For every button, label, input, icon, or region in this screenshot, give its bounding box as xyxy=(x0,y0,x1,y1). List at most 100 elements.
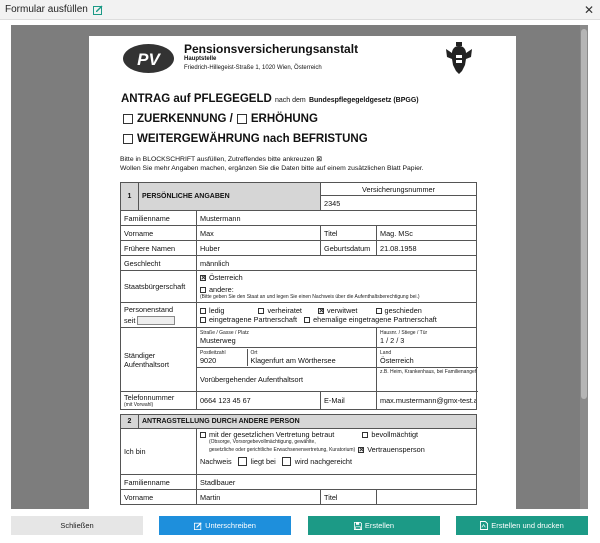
s2-titel-label: Titel xyxy=(320,489,378,505)
create-print-button[interactable]: Erstellen und drucken xyxy=(456,516,588,535)
vorname-field[interactable]: Max xyxy=(195,225,322,241)
form-title-law: Bundespflegegeldgesetz (BPGG) xyxy=(308,97,419,104)
ehemalige-checkbox[interactable] xyxy=(304,317,311,324)
telefon-label: Telefonnummer xyxy=(124,392,175,402)
instruction-line-1: Bitte in BLOCKSCHRIFT ausfüllen, Zutreff… xyxy=(120,156,322,163)
option-zuerkennung-line: ZUERKENNUNG / ERHÖHUNG xyxy=(123,113,318,125)
geburtsdatum-label: Geburtsdatum xyxy=(320,240,378,256)
telefon-field[interactable]: 0664 123 45 67 xyxy=(195,391,322,410)
familienname-field[interactable]: Mustermann xyxy=(195,210,478,226)
org-address: Friedrich-Hillegeist-Straße 1, 1020 Wien… xyxy=(184,65,322,71)
personenstand-label-cell: Personenstand seit xyxy=(120,302,197,328)
option-weitergewaehrung: WEITERGEWÄHRUNG nach BEFRISTUNG xyxy=(137,133,368,145)
ps-eingetragen: eingetragene Partnerschaft xyxy=(209,315,298,324)
nachweis-nachgereicht: wird nachgereicht xyxy=(294,457,352,466)
org-name: Pensionsversicherungsanstalt xyxy=(184,42,359,56)
section1-header-row: 1 PERSÖNLICHE ANGABEN Versicherungsnumme… xyxy=(120,182,478,211)
opt-vertretung: mit der gesetzlichen Vertretung betraut xyxy=(209,430,335,439)
vorname-label: Vorname xyxy=(120,225,197,241)
telefon-sub: (mit Vorwahl) xyxy=(124,401,154,408)
create-button[interactable]: Erstellen xyxy=(308,516,440,535)
titel-field[interactable]: Mag. MSc xyxy=(376,225,478,241)
erhoehung-checkbox[interactable] xyxy=(236,114,247,124)
pva-logo-icon: PV xyxy=(123,44,174,73)
form-title-main: ANTRAG auf PFLEGEGELD xyxy=(121,93,272,105)
vertretung-checkbox[interactable] xyxy=(200,432,206,439)
email-label: E-Mail xyxy=(320,391,378,410)
form-fill-dialog: Formular ausfüllen ✕ PV Pensionsversiche… xyxy=(0,0,600,543)
s2-vorname-field[interactable]: Martin xyxy=(195,489,322,505)
viewer-scrollbar[interactable] xyxy=(580,25,588,509)
close-button[interactable]: Schließen xyxy=(11,516,143,535)
section2-header-row: 2 ANTRAGSTELLUNG DURCH ANDERE PERSON xyxy=(120,414,478,429)
voruebergehend-field[interactable]: z.B. Heim, Krankenhaus, bei Familienange… xyxy=(376,367,478,392)
option-erhoehung: ERHÖHUNG xyxy=(250,113,318,125)
sign-button[interactable]: Unterschreiben xyxy=(159,516,291,535)
ps-verheiratet: verheiratet xyxy=(267,306,302,315)
s2-familienname-field[interactable]: Stadlbauer xyxy=(195,474,478,490)
insurance-label: Versicherungsnummer xyxy=(320,182,478,196)
close-icon[interactable]: ✕ xyxy=(584,3,594,17)
oesterreich-checkbox[interactable] xyxy=(200,275,206,282)
seit-field[interactable] xyxy=(137,316,176,326)
geburtsdatum-field[interactable]: 21.08.1958 xyxy=(376,240,478,256)
scrollbar-thumb[interactable] xyxy=(581,29,587,399)
plz-cell[interactable]: Postleitzahl 9020 xyxy=(197,349,248,366)
section2-number: 2 xyxy=(120,414,139,429)
verheiratet-checkbox[interactable] xyxy=(258,308,265,315)
fruehere-namen-label: Frühere Namen xyxy=(120,240,197,256)
nachweis-label: Nachweis xyxy=(200,457,232,466)
nachweis-liegt-bei: liegt bei xyxy=(250,457,276,466)
option-weitergewaehrung-line: WEITERGEWÄHRUNG nach BEFRISTUNG xyxy=(123,133,368,145)
form-title: ANTRAG auf PFLEGEGELD nach dem Bundespfl… xyxy=(121,93,419,105)
geschlecht-field[interactable]: männlich xyxy=(195,255,478,271)
land-cell[interactable]: Land Österreich xyxy=(376,347,478,368)
personenstand-label: Personenstand xyxy=(124,304,174,314)
hausnr-cell[interactable]: Hausnr. / Stiege / Tür 1 / 2 / 3 xyxy=(376,327,478,348)
verwitwet-checkbox[interactable] xyxy=(318,308,325,315)
ledig-checkbox[interactable] xyxy=(200,308,206,315)
geschieden-checkbox[interactable] xyxy=(375,308,382,315)
eingetragen-checkbox[interactable] xyxy=(200,317,206,324)
ps-ehemalige: ehemalige eingetragene Partnerschaft xyxy=(313,315,437,324)
liegt-bei-checkbox[interactable] xyxy=(237,457,247,466)
ort-cell[interactable]: Ort Klagenfurt am Wörthersee xyxy=(247,349,376,366)
edit-square-icon xyxy=(92,5,103,15)
nachgereicht-checkbox[interactable] xyxy=(281,457,291,466)
voruebergehend-label: Vorübergehender Aufenthaltsort xyxy=(195,367,378,392)
vertretung-hint-2: gesetzliche oder gerichtliche Erwachsene… xyxy=(209,446,356,453)
instruction-line-2: Wollen Sie mehr Angaben machen, ergänzen… xyxy=(120,165,424,172)
save-icon xyxy=(353,521,362,530)
staat-opt-andere: andere: xyxy=(209,285,234,294)
plz-value: 9020 xyxy=(200,356,217,365)
form-title-connector: nach dem xyxy=(274,97,306,104)
zuerkennung-checkbox[interactable] xyxy=(123,114,133,124)
staatsbuergerschaft-label: Staatsbürgerschaft xyxy=(120,270,197,303)
pdf-viewer[interactable]: PV Pensionsversicherungsanstalt Hauptste… xyxy=(11,25,588,509)
personenstand-options: ledig verheiratet verwitwet geschieden e… xyxy=(195,302,478,328)
opt-vertrauensperson: Vertrauensperson xyxy=(367,445,425,454)
bevollmaechtigt-checkbox[interactable] xyxy=(362,432,369,439)
land-value: Österreich xyxy=(380,356,414,365)
weitergewaehrung-checkbox[interactable] xyxy=(123,134,133,144)
strasse-cell[interactable]: Straße / Gasse / Platz Musterweg xyxy=(195,327,378,348)
org-sub: Hauptstelle xyxy=(184,56,217,62)
pdf-page: PV Pensionsversicherungsanstalt Hauptste… xyxy=(89,36,516,509)
insurance-field[interactable]: 2345 xyxy=(320,195,478,211)
ps-geschieden: geschieden xyxy=(384,306,422,315)
strasse-value: Musterweg xyxy=(200,336,236,345)
email-field[interactable]: max.mustermann@gmx-test.at xyxy=(376,391,478,410)
fruehere-namen-field[interactable]: Huber xyxy=(195,240,322,256)
opt-bevollmaechtigt: bevollmächtigt xyxy=(371,430,419,439)
staat-opt-oesterreich: Österreich xyxy=(209,273,243,282)
svg-text:PV: PV xyxy=(137,50,161,69)
andere-checkbox[interactable] xyxy=(200,287,206,294)
s2-titel-field[interactable] xyxy=(376,489,478,505)
sign-button-label: Unterschreiben xyxy=(205,521,256,530)
hausnr-value: 1 / 2 / 3 xyxy=(380,336,405,345)
section2-title: ANTRAGSTELLUNG DURCH ANDERE PERSON xyxy=(137,414,478,429)
section1-title: PERSÖNLICHE ANGABEN xyxy=(137,182,322,211)
familienname-label: Familienname xyxy=(120,210,197,226)
voruebergehend-hint: z.B. Heim, Krankenhaus, bei Familienange… xyxy=(380,369,476,375)
vertrauensperson-checkbox[interactable] xyxy=(358,446,365,453)
